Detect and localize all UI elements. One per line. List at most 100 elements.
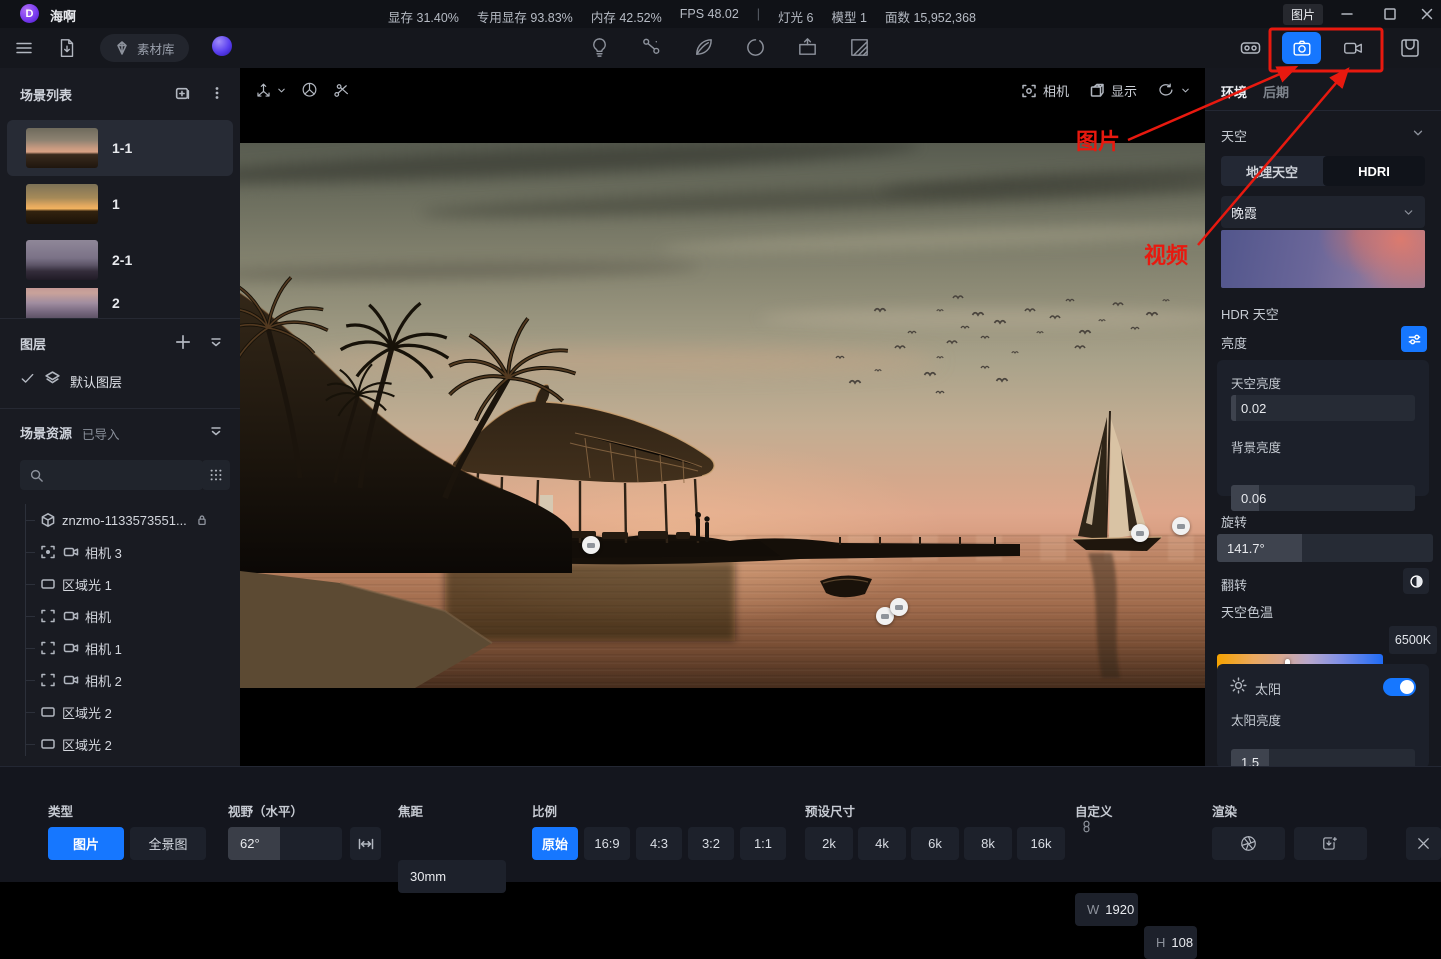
section-tool-icon[interactable] bbox=[848, 36, 871, 59]
close-button[interactable] bbox=[1418, 5, 1436, 23]
render-now-button[interactable] bbox=[1212, 827, 1285, 860]
wind-tool-icon[interactable] bbox=[744, 36, 767, 59]
left-sidebar: 场景列表 1-1 1 2-1 2 图层 默认图层 场景资源 已导入 bbox=[0, 68, 240, 766]
preset-6k-button[interactable]: 6k bbox=[911, 827, 959, 860]
hdri-preset-dropdown[interactable]: 晚霞 bbox=[1221, 196, 1425, 228]
render-image-button[interactable] bbox=[1282, 32, 1321, 64]
transform-tool-button[interactable] bbox=[254, 81, 287, 100]
viewport[interactable]: 相机 显示 bbox=[240, 68, 1205, 766]
light-gizmo-marker[interactable] bbox=[582, 536, 600, 554]
tab-environment[interactable]: 环境 bbox=[1221, 82, 1247, 101]
maximize-button[interactable] bbox=[1381, 5, 1399, 23]
tree-item-arealight[interactable]: 区域光 1 bbox=[0, 568, 240, 600]
sync-icon bbox=[1157, 82, 1174, 99]
tray-button[interactable] bbox=[1398, 36, 1422, 60]
brightness-settings-button[interactable] bbox=[1401, 326, 1427, 352]
viewport-camera-button[interactable]: 相机 bbox=[1021, 81, 1069, 100]
sun-toggle[interactable] bbox=[1383, 678, 1416, 696]
preset-16k-button[interactable]: 16k bbox=[1017, 827, 1065, 860]
ratio-1-1-button[interactable]: 1:1 bbox=[740, 827, 786, 860]
title-bar: D 海啊 显存 31.40% 专用显存 93.83% 内存 42.52% FPS… bbox=[0, 0, 1441, 28]
ratio-original-button[interactable]: 原始 bbox=[532, 827, 578, 860]
preset-2k-button[interactable]: 2k bbox=[805, 827, 853, 860]
resource-search-input[interactable] bbox=[20, 460, 203, 490]
viewport-display-button[interactable]: 显示 bbox=[1089, 81, 1137, 100]
model-cube-icon bbox=[40, 512, 56, 528]
scene-item[interactable]: 2 bbox=[7, 288, 233, 318]
tree-item-arealight[interactable]: 区域光 2 bbox=[0, 728, 240, 760]
layer-visible-check-icon[interactable] bbox=[20, 371, 35, 386]
measure-tool-button[interactable] bbox=[332, 81, 351, 100]
minimize-button[interactable] bbox=[1338, 5, 1356, 23]
chevron-down-icon bbox=[1180, 85, 1191, 96]
collapse-resources-button[interactable] bbox=[208, 423, 224, 439]
asset-library-button[interactable]: 素材库 bbox=[100, 34, 189, 62]
preset-8k-button[interactable]: 8k bbox=[964, 827, 1012, 860]
light-gizmo-marker[interactable] bbox=[890, 598, 908, 616]
rotation-input[interactable]: 141.7° bbox=[1217, 534, 1433, 562]
viewport-sync-dropdown[interactable] bbox=[1157, 82, 1191, 99]
image-tooltip: 图片 bbox=[1283, 4, 1323, 25]
tree-item-model[interactable]: znzmo-1133573551... bbox=[0, 504, 240, 536]
height-input[interactable]: H108 bbox=[1144, 926, 1197, 959]
flip-button[interactable] bbox=[1403, 568, 1429, 594]
vegetation-tool-icon[interactable] bbox=[692, 36, 715, 59]
default-layer-label[interactable]: 默认图层 bbox=[70, 372, 122, 391]
add-scene-button[interactable] bbox=[174, 85, 191, 102]
sky-brightness-input[interactable]: 0.02 bbox=[1231, 395, 1415, 421]
scene-list-title: 场景列表 bbox=[20, 85, 72, 104]
render-image[interactable] bbox=[240, 143, 1205, 688]
link-icon[interactable] bbox=[1080, 820, 1093, 833]
type-pano-button[interactable]: 全景图 bbox=[130, 827, 206, 860]
model-export-tool-icon[interactable] bbox=[796, 36, 819, 59]
light-gizmo-marker[interactable] bbox=[1131, 524, 1149, 542]
bg-brightness-input[interactable]: 0.06 bbox=[1231, 485, 1415, 511]
add-to-render-queue-button[interactable] bbox=[1294, 827, 1367, 860]
ratio-label: 比例 bbox=[532, 801, 557, 820]
material-ball-icon[interactable] bbox=[212, 36, 232, 56]
close-icon bbox=[1416, 836, 1431, 851]
light-tool-icon[interactable] bbox=[588, 36, 611, 59]
tree-item-camera[interactable]: 相机 bbox=[0, 600, 240, 632]
tree-item-camera[interactable]: 相机 3 bbox=[0, 536, 240, 568]
scene-item[interactable]: 2-1 bbox=[7, 232, 233, 288]
ratio-3-2-button[interactable]: 3:2 bbox=[688, 827, 734, 860]
material-tool-icon[interactable] bbox=[640, 36, 663, 59]
type-image-button[interactable]: 图片 bbox=[48, 827, 124, 860]
fov-input[interactable]: 62° bbox=[228, 827, 342, 860]
sun-card: 太阳 太阳亮度 1.5 bbox=[1217, 664, 1429, 768]
gizmo-tool-button[interactable] bbox=[300, 81, 319, 100]
menu-button[interactable] bbox=[14, 38, 34, 58]
vr-button[interactable] bbox=[1238, 36, 1263, 60]
sky-collapse-button[interactable] bbox=[1411, 126, 1425, 140]
tree-item-camera[interactable]: 相机 2 bbox=[0, 664, 240, 696]
light-gizmo-marker[interactable] bbox=[1172, 517, 1190, 535]
add-layer-button[interactable] bbox=[174, 333, 192, 351]
tab-post[interactable]: 后期 bbox=[1263, 82, 1289, 101]
resources-filter[interactable]: 已导入 bbox=[82, 424, 120, 443]
ratio-4-3-button[interactable]: 4:3 bbox=[636, 827, 682, 860]
collapse-layers-button[interactable] bbox=[208, 334, 224, 350]
focus-frame-icon bbox=[40, 672, 56, 688]
area-light-icon bbox=[40, 576, 56, 592]
preset-4k-button[interactable]: 4k bbox=[858, 827, 906, 860]
hdri-preview[interactable] bbox=[1221, 230, 1425, 288]
resource-view-toggle-button[interactable] bbox=[202, 460, 230, 490]
geo-sky-option[interactable]: 地理天空 bbox=[1221, 156, 1323, 186]
scene-item[interactable]: 1 bbox=[7, 176, 233, 232]
preset-size-label: 预设尺寸 bbox=[805, 801, 855, 820]
tree-item-camera[interactable]: 相机 1 bbox=[0, 632, 240, 664]
type-label: 类型 bbox=[48, 801, 73, 820]
render-video-button[interactable] bbox=[1333, 32, 1372, 64]
close-render-bar-button[interactable] bbox=[1406, 827, 1441, 860]
fov-drag-button[interactable] bbox=[350, 827, 381, 860]
width-input[interactable]: W1920 bbox=[1075, 893, 1138, 926]
scene-menu-button[interactable] bbox=[209, 85, 225, 101]
tree-item-arealight[interactable]: 区域光 2 bbox=[0, 696, 240, 728]
hdri-option[interactable]: HDRI bbox=[1323, 156, 1425, 186]
focal-input[interactable]: 30mm bbox=[398, 860, 506, 893]
import-button[interactable] bbox=[56, 36, 78, 60]
ratio-16-9-button[interactable]: 16:9 bbox=[584, 827, 630, 860]
rotation-label: 旋转 bbox=[1221, 512, 1247, 531]
scene-item[interactable]: 1-1 bbox=[7, 120, 233, 176]
